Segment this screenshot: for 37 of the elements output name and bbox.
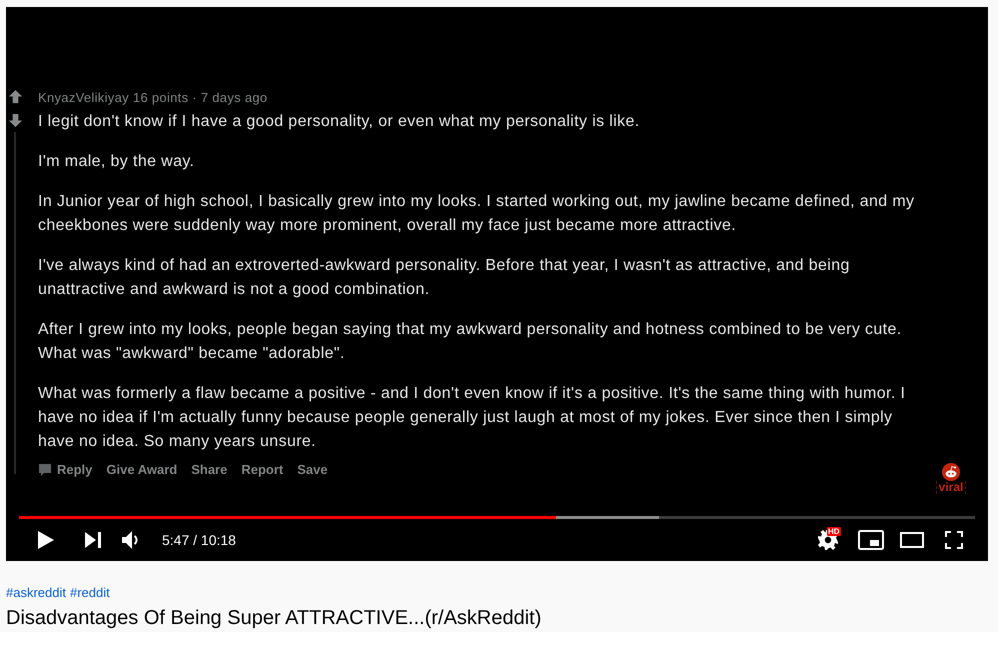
skip-next-icon <box>85 532 101 548</box>
hd-badge: HD <box>827 527 841 536</box>
play-button[interactable] <box>38 531 54 549</box>
hashtag-link[interactable]: #reddit <box>70 585 110 601</box>
play-icon <box>38 531 54 549</box>
video-player[interactable] <box>6 7 988 561</box>
comment-paragraph: In Junior year of high school, I basically grew into my looks. I started working out, my jawline became defined, and my cheekbones were suddenly way more prominent, overall my face just became more attractive. <box>38 192 916 236</box>
comment-action-button[interactable]: Report <box>241 461 284 479</box>
comment-action-button[interactable]: Share <box>191 461 228 479</box>
theater-mode-icon <box>900 532 924 548</box>
speaker-icon <box>122 531 139 549</box>
hashtag-link[interactable]: #askreddit <box>6 585 66 601</box>
comment-paragraph: What was formerly a flaw became a positive - and I don't even know if it's a positive. It's the same thing with humor. I have no idea if I'm actually funny because people generally just laugh at most of my jokes. Ever since then I simply have no idea. So many years unsure. <box>38 384 906 452</box>
comment-action-button[interactable]: Save <box>297 461 328 479</box>
comment-paragraph: I legit don't know if I have a good personality, or even what my personality is like. <box>38 112 641 132</box>
time-display: 5:47 / 10:18 <box>162 532 236 548</box>
fullscreen-button[interactable] <box>945 531 963 549</box>
progress-track[interactable] <box>19 516 975 519</box>
video-title: Disadvantages Of Being Super ATTRACTIVE...(r/AskReddit) <box>6 606 542 631</box>
comment-action-button[interactable]: Give Award <box>106 461 178 479</box>
volume-button[interactable] <box>122 531 139 549</box>
settings-button[interactable]: HD <box>818 530 842 550</box>
comment-paragraph: I'm male, by the way. <box>38 152 196 172</box>
upvote-icon[interactable] <box>8 89 23 104</box>
theater-mode-button[interactable] <box>900 532 924 548</box>
channel-logo-text: viral <box>936 481 966 494</box>
fullscreen-icon <box>945 531 963 549</box>
comment-paragraph: After I grew into my looks, people began saying that my awkward personality and hotness combined to be very cute. What was "awkward" became "adorable". <box>38 320 903 364</box>
alien-logo-icon <box>942 463 960 481</box>
miniplayer-button[interactable] <box>858 530 884 550</box>
comment-meta: 16 points · 7 days ago <box>132 89 268 107</box>
miniplayer-icon <box>858 530 884 550</box>
downvote-icon[interactable] <box>8 113 23 128</box>
next-button[interactable] <box>85 532 101 548</box>
comment-paragraph: I've always kind of had an extroverted-awkward personality. Before that year, I wasn't as attractive, and being unattractive and awkward is not a good combination. <box>38 256 851 300</box>
comment-action-button[interactable]: Reply <box>38 461 92 479</box>
comment-author[interactable]: KnyazVelikiyay <box>38 89 129 107</box>
